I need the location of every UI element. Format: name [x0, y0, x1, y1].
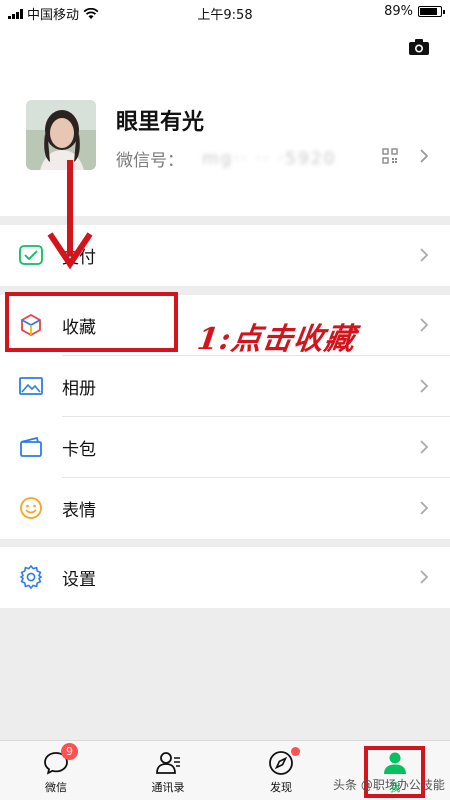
chevron-right-icon: [420, 501, 429, 515]
arrow-down-icon: [47, 160, 93, 270]
menu-item-stickers[interactable]: 表情: [0, 478, 450, 539]
menu-item-settings-label: 设置: [62, 570, 96, 590]
chevron-right-icon: [420, 318, 429, 332]
tab-discover[interactable]: 发现: [241, 741, 321, 800]
wechat-id-value: mg·· ·· ·5920: [202, 148, 337, 169]
menu-item-album[interactable]: 相册: [0, 356, 450, 417]
wechat-id-label: 微信号：: [116, 151, 184, 171]
pay-icon: [19, 245, 43, 265]
menu-group-settings: 设置: [0, 547, 450, 608]
contacts-icon: [156, 752, 180, 774]
profile-chevron-icon: [420, 149, 429, 163]
menu-item-card-wallet[interactable]: 卡包: [0, 417, 450, 478]
tab-chats-label: 微信: [45, 781, 67, 794]
chevron-right-icon: [420, 440, 429, 454]
status-right: 89%: [384, 4, 445, 19]
settings-icon: [19, 564, 43, 590]
tab-discover-label: 发现: [270, 781, 292, 794]
clock: 上午9:58: [197, 8, 253, 23]
menu-item-stickers-label: 表情: [62, 501, 96, 521]
unread-badge: 9: [61, 743, 78, 760]
menu-item-card-wallet-label: 卡包: [62, 440, 96, 460]
qr-code-icon[interactable]: [382, 148, 398, 164]
tab-contacts-label: 通讯录: [151, 781, 185, 794]
menu-item-album-label: 相册: [62, 379, 96, 399]
tab-contacts[interactable]: 通讯录: [128, 741, 208, 800]
chevron-right-icon: [420, 570, 429, 584]
chevron-right-icon: [420, 248, 429, 262]
album-icon: [19, 377, 43, 395]
new-dot-badge: [291, 747, 300, 756]
profile-name: 眼里有光: [116, 110, 205, 135]
tab-chats[interactable]: 微信 9: [16, 741, 96, 800]
battery-icon: [418, 6, 445, 17]
sticker-icon: [20, 497, 42, 519]
annotation-text: 1:点击收藏: [195, 322, 358, 357]
camera-icon[interactable]: [408, 38, 430, 56]
menu-item-settings[interactable]: 设置: [0, 547, 450, 608]
chevron-right-icon: [420, 379, 429, 393]
wechat-id-row: 微信号： mg·· ·· ·5920: [116, 146, 337, 172]
status-bar: 中国移动 上午9:58 89%: [0, 0, 450, 24]
card-wallet-icon: [20, 436, 42, 457]
watermark: 头条 @职场办公技能: [333, 778, 445, 792]
battery-percent: 89%: [384, 4, 413, 19]
highlight-box-favorites: [5, 292, 178, 352]
